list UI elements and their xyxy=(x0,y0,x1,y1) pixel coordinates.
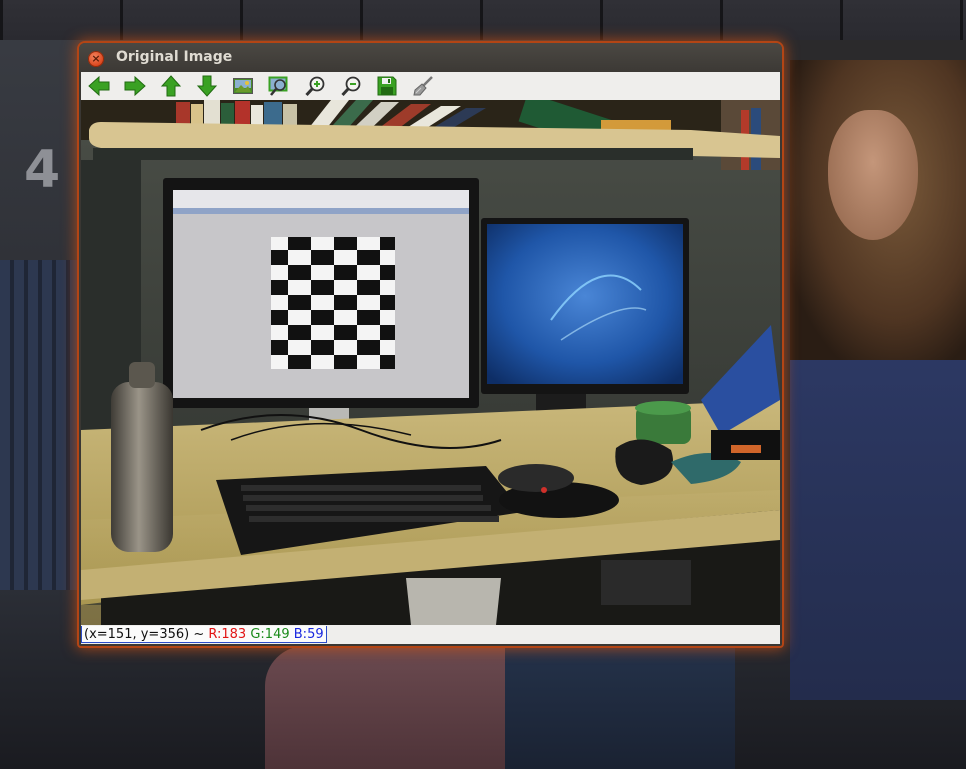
zoom-out-button[interactable] xyxy=(338,74,364,98)
toolbar xyxy=(81,72,780,101)
zoom-in-button[interactable] xyxy=(302,74,328,98)
pan-up-button[interactable] xyxy=(158,74,184,98)
zoom-in-icon xyxy=(305,76,325,97)
desk-photo xyxy=(81,100,780,625)
arrow-right-icon xyxy=(124,75,146,97)
zoom-region-icon xyxy=(268,76,288,96)
image-canvas[interactable] xyxy=(81,100,780,625)
pixel-info: (x=151, y=356) ~ R:183 G:149 B:59 xyxy=(81,626,327,643)
save-button[interactable] xyxy=(374,74,400,98)
arrow-down-icon xyxy=(196,75,218,97)
background-door-number: 4 xyxy=(24,140,61,200)
image-window[interactable]: × Original Image (x=151, y=356) ~ R:183 … xyxy=(79,43,782,646)
statusbar: (x=151, y=356) ~ R:183 G:149 B:59 xyxy=(81,625,780,644)
properties-brush-icon xyxy=(413,76,433,96)
zoom-region-button[interactable] xyxy=(266,74,292,98)
arrow-up-icon xyxy=(160,75,182,97)
blue-value: B:59 xyxy=(293,627,324,642)
arrow-left-icon xyxy=(88,75,110,97)
background-person-jeans xyxy=(505,646,735,769)
pan-down-button[interactable] xyxy=(194,74,220,98)
save-icon xyxy=(377,76,397,96)
red-value: R:183 xyxy=(208,627,247,642)
zoom-out-icon xyxy=(341,76,361,97)
zoom-fit-button[interactable] xyxy=(230,74,256,98)
pan-right-button[interactable] xyxy=(122,74,148,98)
background-person-shirt xyxy=(265,646,535,769)
close-button[interactable]: × xyxy=(88,51,104,67)
properties-button[interactable] xyxy=(410,74,436,98)
background-brick-wall xyxy=(0,0,966,40)
window-titlebar[interactable]: × Original Image xyxy=(79,43,782,72)
green-value: G:149 xyxy=(250,627,290,642)
background-door xyxy=(0,260,80,590)
cursor-coordinates: (x=151, y=356) ~ xyxy=(84,627,205,642)
background-person-face xyxy=(828,110,918,240)
pan-left-button[interactable] xyxy=(86,74,112,98)
window-title: Original Image xyxy=(116,49,233,65)
close-icon: × xyxy=(91,52,101,65)
image-fit-icon xyxy=(233,78,253,94)
